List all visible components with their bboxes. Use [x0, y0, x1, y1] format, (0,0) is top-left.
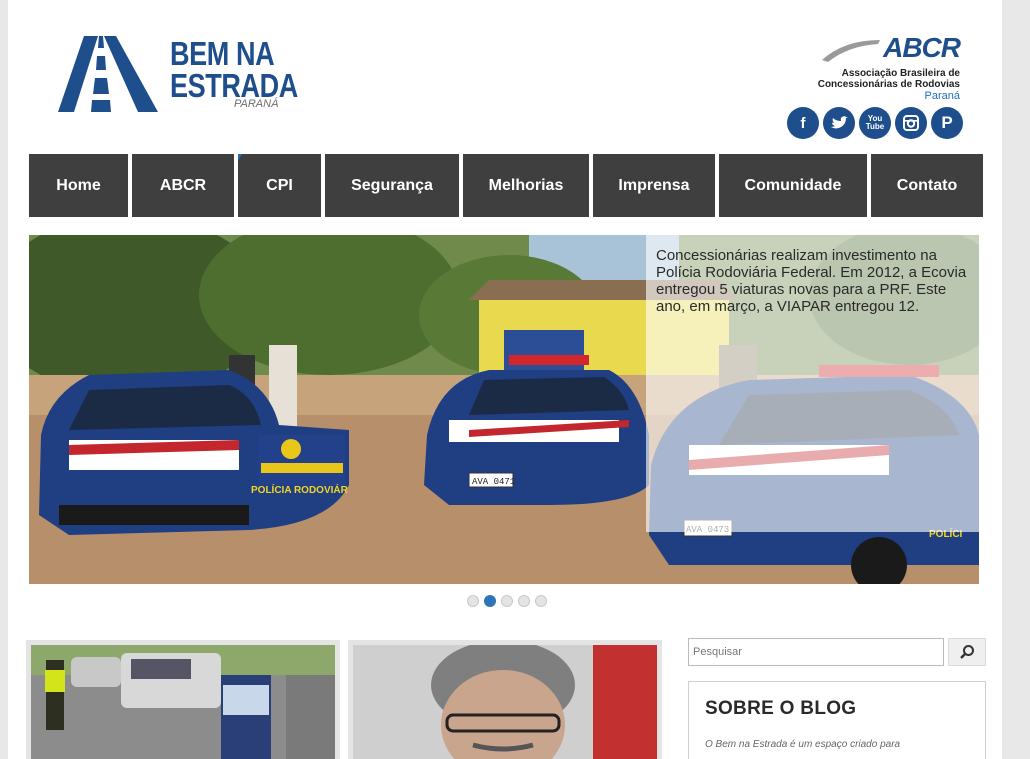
- site-logo-subtitle: PARANÁ: [234, 98, 279, 110]
- post-thumbnail[interactable]: [348, 640, 662, 759]
- search-button[interactable]: [948, 638, 986, 666]
- main-nav: Home ABCR CPI Segurança Melhorias Impren…: [29, 154, 983, 217]
- site-logo-line1: BEM NA: [170, 35, 275, 72]
- swoosh-icon: [822, 40, 880, 62]
- nav-item-contato[interactable]: Contato: [871, 154, 983, 217]
- nav-item-label: Home: [56, 176, 101, 194]
- slider-dot-active[interactable]: [484, 595, 496, 607]
- nav-item-label: Comunidade: [744, 176, 842, 194]
- instagram-icon[interactable]: [895, 107, 927, 139]
- nav-item-abcr[interactable]: ABCR: [132, 154, 234, 217]
- page: BEM NA ESTRADA PARANÁ ABCR Associação Br…: [8, 0, 1002, 759]
- nav-item-seguranca[interactable]: Segurança: [325, 154, 459, 217]
- nav-item-label: Melhorias: [488, 176, 564, 194]
- twitter-icon[interactable]: [823, 107, 855, 139]
- slide-caption-text: Concessionárias realizam investimento na…: [656, 247, 967, 315]
- about-blog-title: SOBRE O BLOG: [705, 698, 857, 719]
- partner-description: Associação Brasileira de Concessionárias…: [818, 68, 960, 90]
- slider-dot[interactable]: [518, 595, 530, 607]
- about-blog-text: O Bem na Estrada é um espaço criado para: [705, 739, 901, 750]
- nav-item-comunidade[interactable]: Comunidade: [719, 154, 867, 217]
- camera-glyph: [903, 115, 919, 131]
- twitter-bird-glyph: [831, 116, 848, 129]
- site-logo-title: BEM NA ESTRADA: [170, 35, 298, 102]
- slide-door-text: POLÍCIA RODOVIÁR: [251, 483, 349, 496]
- partner-logo[interactable]: ABCR Associação Brasileira de Concession…: [818, 32, 961, 106]
- slider-dot[interactable]: [535, 595, 547, 607]
- nav-item-home[interactable]: Home: [29, 154, 128, 217]
- site-logo[interactable]: BEM NA ESTRADA PARANÁ: [58, 34, 298, 114]
- facebook-icon[interactable]: f: [787, 107, 819, 139]
- nav-item-label: ABCR: [159, 176, 207, 194]
- nav-item-label: CPI: [266, 176, 293, 194]
- nav-item-melhorias[interactable]: Melhorias: [463, 154, 589, 217]
- search-form: [688, 638, 986, 666]
- slider-dot[interactable]: [467, 595, 479, 607]
- slider-dot[interactable]: [501, 595, 513, 607]
- nav-item-label: Imprensa: [618, 176, 690, 194]
- post-thumbnail[interactable]: [26, 640, 340, 759]
- slide-plate-1: AVA 0471: [472, 477, 515, 487]
- nav-item-cpi[interactable]: CPI: [238, 154, 321, 217]
- youtube-icon[interactable]: You Tube: [859, 107, 891, 139]
- search-icon: [960, 645, 974, 659]
- about-blog-widget: SOBRE O BLOG O Bem na Estrada é um espaç…: [688, 681, 986, 759]
- post-image: [31, 645, 335, 759]
- partner-name: ABCR: [883, 32, 961, 63]
- search-input[interactable]: [688, 638, 944, 666]
- post-image: [353, 645, 657, 759]
- pinterest-icon[interactable]: P: [931, 107, 963, 139]
- slide-caption: Concessionárias realizam investimento na…: [646, 235, 979, 532]
- hero-slider[interactable]: POLÍCIA RODOVIÁR AVA 0471 AVA 0473 POLÍC…: [29, 235, 979, 584]
- nav-item-label: Contato: [896, 176, 958, 194]
- slider-dots: [467, 595, 547, 607]
- partner-description-line2: Concessionárias de Rodovias: [817, 79, 960, 90]
- social-links: f You Tube P: [787, 107, 963, 139]
- nav-item-imprensa[interactable]: Imprensa: [593, 154, 715, 217]
- partner-description-line1: Associação Brasileira de: [841, 68, 960, 79]
- road-logo-icon: [58, 36, 158, 112]
- partner-region: Paraná: [924, 90, 960, 102]
- nav-item-label: Segurança: [351, 176, 433, 194]
